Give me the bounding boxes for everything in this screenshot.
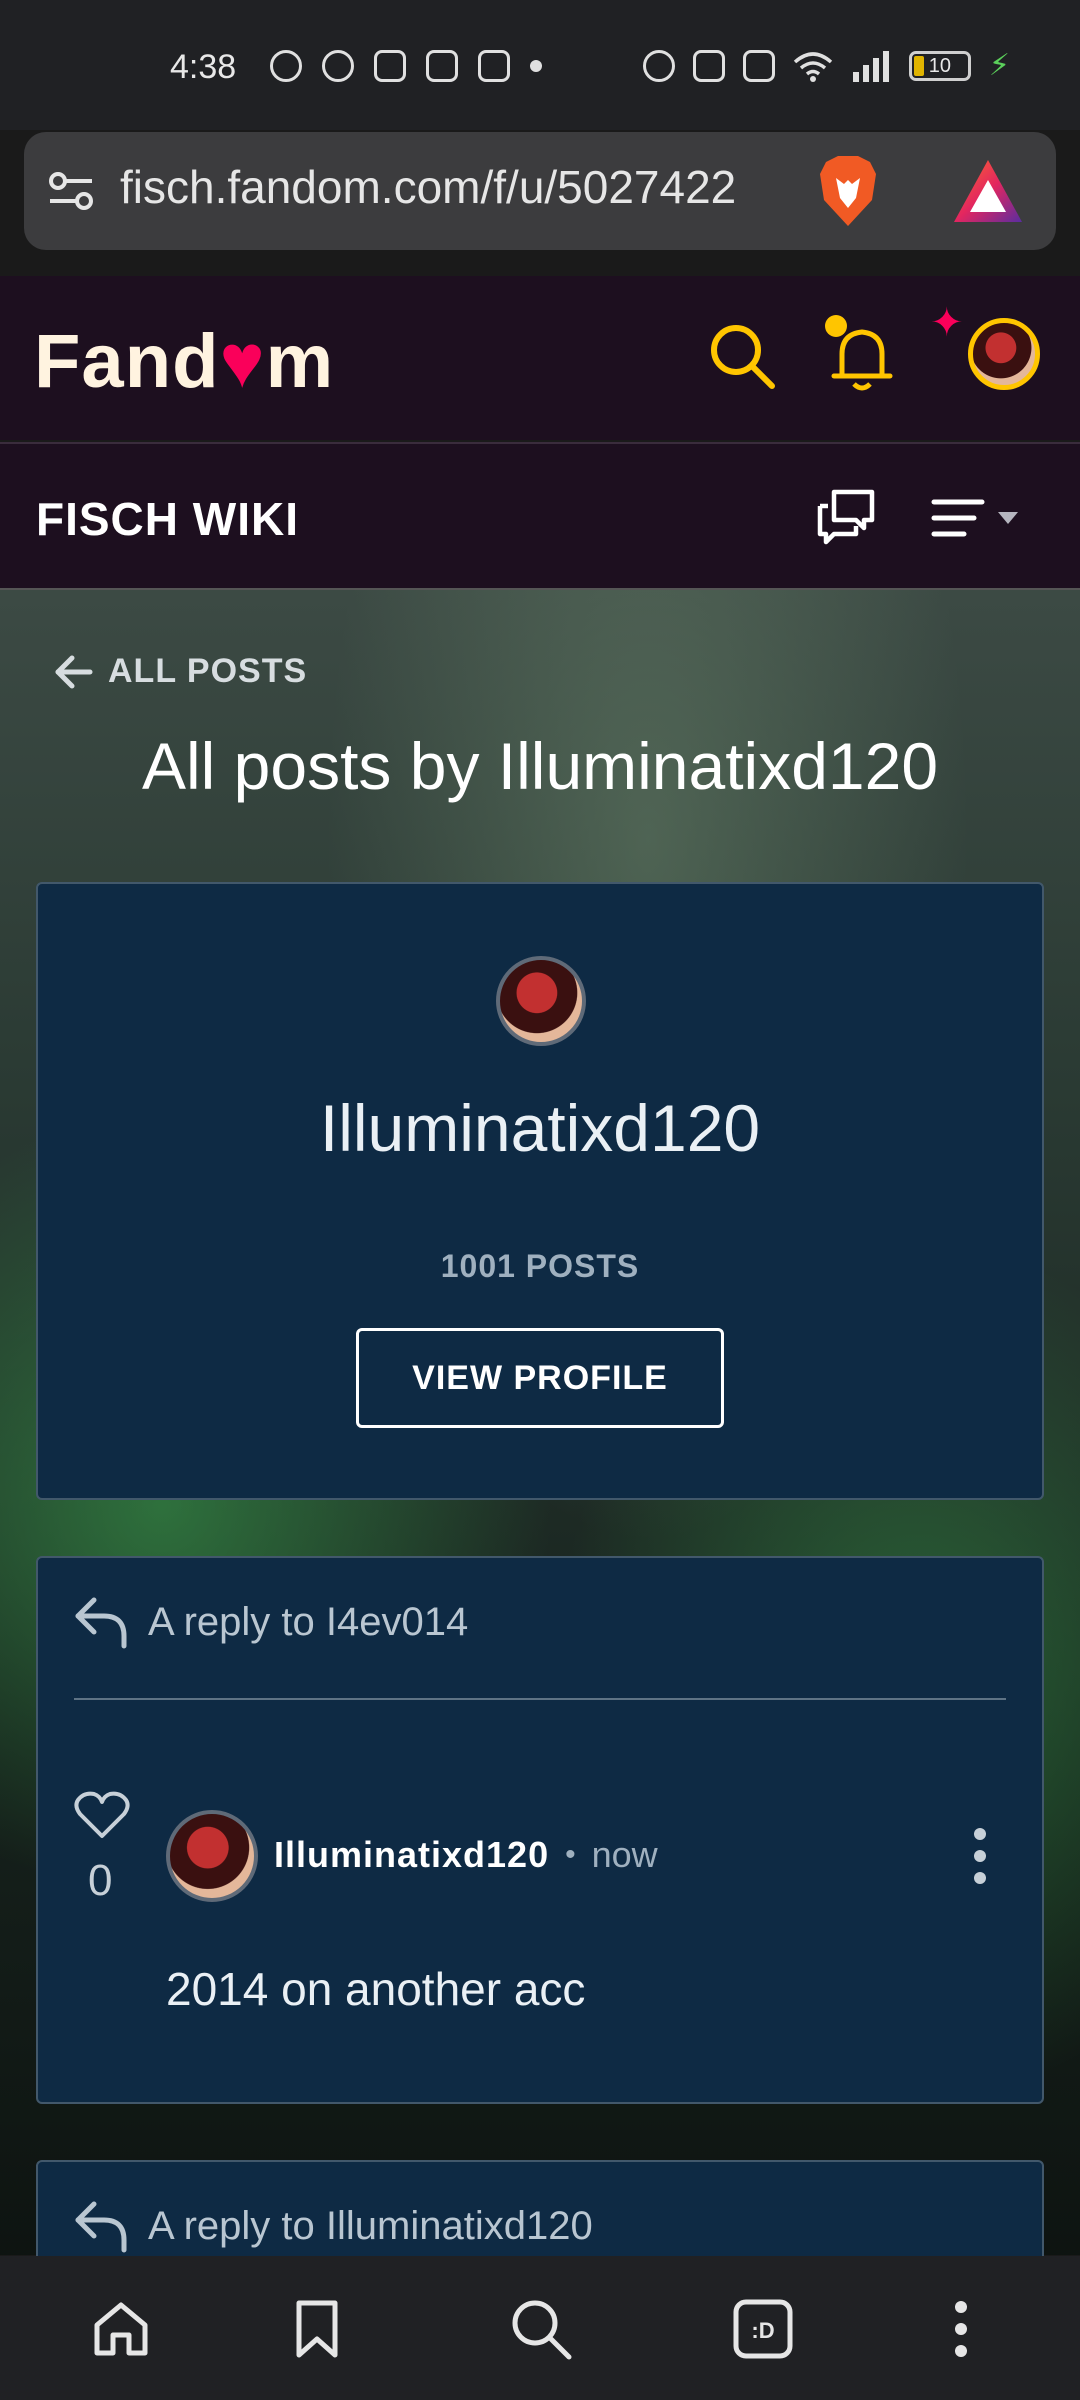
chat-icon <box>322 50 354 82</box>
wiki-title[interactable]: FISCH WIKI <box>36 492 299 546</box>
tab-switcher-icon: :D <box>733 2299 793 2359</box>
kebab-icon[interactable] <box>970 1826 990 1886</box>
logo-text-a: Fand <box>34 319 220 404</box>
whatsapp-icon <box>270 50 302 82</box>
bookmark-button[interactable] <box>282 2294 352 2364</box>
brave-rewards-icon[interactable] <box>952 158 1024 224</box>
profile-post-count: 1001 POSTS <box>440 1248 640 1284</box>
alarm-icon <box>642 49 675 82</box>
all-posts-label: ALL POSTS <box>108 652 308 690</box>
sparkle-icon: ✦ <box>930 301 964 345</box>
brave-lion-icon[interactable] <box>816 154 880 228</box>
logo-heart-icon: ♥ <box>219 319 266 404</box>
system-icons: 10 ⚡ <box>642 48 1010 83</box>
reply-context[interactable]: A reply to I4ev014 <box>72 1594 468 1650</box>
post-time: now <box>591 1834 658 1875</box>
meta-separator: • <box>565 1838 576 1871</box>
profile-avatar[interactable] <box>496 956 586 1046</box>
reply-icon <box>75 1597 127 1649</box>
reply-to-text-2: A reply to Illuminatixd120 <box>148 2203 593 2248</box>
page-title: All posts by Illuminatixd120 <box>141 729 939 803</box>
battery-fill <box>913 55 924 76</box>
status-bar: 4:38 10 ⚡ <box>0 0 1080 130</box>
more-button[interactable] <box>926 2294 996 2364</box>
reply-to-text: A reply to I4ev014 <box>148 1599 469 1644</box>
fandom-header: Fand♥m ✦ <box>0 276 1080 440</box>
more-notifications-dot-icon <box>530 60 542 72</box>
battery-icon: 10 <box>908 50 971 81</box>
discord-icon-2 <box>426 50 458 82</box>
menu-icon[interactable] <box>930 496 1026 542</box>
bluetooth-icon <box>742 49 775 82</box>
view-profile-button[interactable]: VIEW PROFILE <box>356 1328 724 1428</box>
wiki-bar: FISCH WIKI <box>0 442 1080 590</box>
back-arrow-icon <box>55 655 93 688</box>
bookmark-icon <box>296 2300 338 2358</box>
home-icon <box>94 2302 148 2356</box>
status-time: 4:38 <box>170 48 237 86</box>
notification-icons <box>270 50 542 82</box>
reply-context-2[interactable]: A reply to Illuminatixd120 <box>72 2198 593 2254</box>
search-icon <box>512 2300 572 2360</box>
svg-text::D: :D <box>751 2318 774 2343</box>
logo-text-b: m <box>265 319 335 404</box>
tune-icon[interactable] <box>48 170 94 212</box>
like-count: 0 <box>88 1856 113 1905</box>
user-avatar[interactable] <box>968 318 1040 390</box>
post-author-avatar[interactable] <box>166 1810 258 1902</box>
instagram-icon <box>478 50 510 82</box>
heart-icon[interactable] <box>74 1790 130 1840</box>
vibrate-icon <box>692 49 725 82</box>
post-card[interactable]: A reply to I4ev014 0 Illuminatixd120 • n… <box>36 1556 1044 2104</box>
post-body: 2014 on another acc <box>166 1963 586 2015</box>
home-button[interactable] <box>86 2294 156 2364</box>
reply-icon <box>75 2201 127 2253</box>
discussions-icon[interactable] <box>816 488 878 546</box>
search-button[interactable] <box>506 2294 576 2364</box>
post-author[interactable]: Illuminatixd120 <box>274 1834 549 1876</box>
bell-icon[interactable] <box>820 310 900 400</box>
wifi-icon <box>793 51 833 82</box>
signal-icon <box>852 50 889 82</box>
search-icon[interactable] <box>706 320 778 392</box>
profile-card: Illuminatixd120 1001 POSTS VIEW PROFILE <box>36 882 1044 1500</box>
browser-bottom-nav: :D <box>0 2256 1080 2400</box>
discord-icon <box>374 50 406 82</box>
tab-switcher-button[interactable]: :D <box>728 2294 798 2364</box>
battery-level: 10 <box>928 54 952 77</box>
fandom-logo[interactable]: Fand♥m <box>34 318 334 405</box>
url-text[interactable]: fisch.fandom.com/f/u/5027422 <box>120 160 810 214</box>
kebab-icon <box>955 2301 967 2357</box>
url-bar[interactable]: fisch.fandom.com/f/u/5027422 <box>24 132 1056 250</box>
post-divider <box>74 1698 1006 1700</box>
charging-icon: ⚡ <box>988 49 1010 82</box>
all-posts-link[interactable]: ALL POSTS <box>54 652 307 691</box>
profile-username[interactable]: Illuminatixd120 <box>38 1090 1042 1166</box>
post-meta: Illuminatixd120 • now <box>274 1834 658 1876</box>
